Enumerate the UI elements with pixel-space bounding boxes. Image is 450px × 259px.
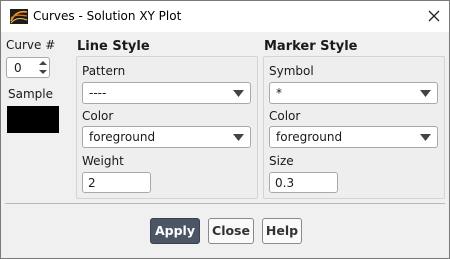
weight-value: 2 bbox=[88, 176, 96, 190]
pattern-dropdown[interactable]: ---- bbox=[82, 82, 251, 104]
window-title: Curves - Solution XY Plot bbox=[33, 9, 182, 23]
title-bar: Curves - Solution XY Plot bbox=[1, 1, 449, 32]
curve-number-label: Curve # bbox=[6, 38, 56, 52]
symbol-value: * bbox=[276, 86, 282, 100]
divider bbox=[5, 203, 445, 204]
symbol-dropdown[interactable]: * bbox=[269, 82, 438, 104]
pattern-value: ---- bbox=[89, 86, 107, 100]
chevron-down-icon bbox=[420, 134, 431, 141]
chevron-down-icon bbox=[233, 134, 244, 141]
close-icon[interactable] bbox=[425, 7, 443, 25]
marker-style-panel: Symbol * Color foreground Size 0.3 bbox=[263, 56, 445, 199]
curve-number-value: 0 bbox=[14, 61, 22, 75]
spin-up-icon[interactable] bbox=[38, 59, 48, 67]
line-color-dropdown[interactable]: foreground bbox=[82, 126, 251, 148]
curves-dialog: Curves - Solution XY Plot Curve # 0 Samp… bbox=[0, 0, 450, 259]
spin-down-icon[interactable] bbox=[38, 68, 48, 76]
chevron-down-icon bbox=[233, 90, 244, 97]
chevron-down-icon bbox=[420, 90, 431, 97]
pattern-label: Pattern bbox=[82, 64, 126, 78]
sample-label: Sample bbox=[8, 87, 53, 101]
close-button[interactable]: Close bbox=[208, 218, 254, 244]
marker-color-label: Color bbox=[269, 109, 301, 123]
apply-button[interactable]: Apply bbox=[150, 218, 200, 244]
symbol-label: Symbol bbox=[269, 64, 314, 78]
marker-style-title: Marker Style bbox=[264, 39, 358, 54]
line-color-value: foreground bbox=[89, 130, 156, 144]
line-style-panel: Pattern ---- Color foreground Weight 2 bbox=[76, 56, 258, 199]
weight-label: Weight bbox=[82, 154, 124, 168]
fluent-app-icon bbox=[10, 9, 28, 24]
line-sample-swatch bbox=[7, 106, 59, 133]
line-style-title: Line Style bbox=[77, 39, 150, 54]
curve-number-spinner[interactable]: 0 bbox=[6, 57, 50, 78]
size-label: Size bbox=[269, 154, 294, 168]
marker-color-dropdown[interactable]: foreground bbox=[269, 126, 438, 148]
help-button[interactable]: Help bbox=[262, 218, 302, 244]
size-value: 0.3 bbox=[275, 176, 295, 190]
line-color-label: Color bbox=[82, 109, 114, 123]
weight-input[interactable]: 2 bbox=[82, 172, 151, 193]
size-input[interactable]: 0.3 bbox=[269, 172, 338, 193]
marker-color-value: foreground bbox=[276, 130, 343, 144]
